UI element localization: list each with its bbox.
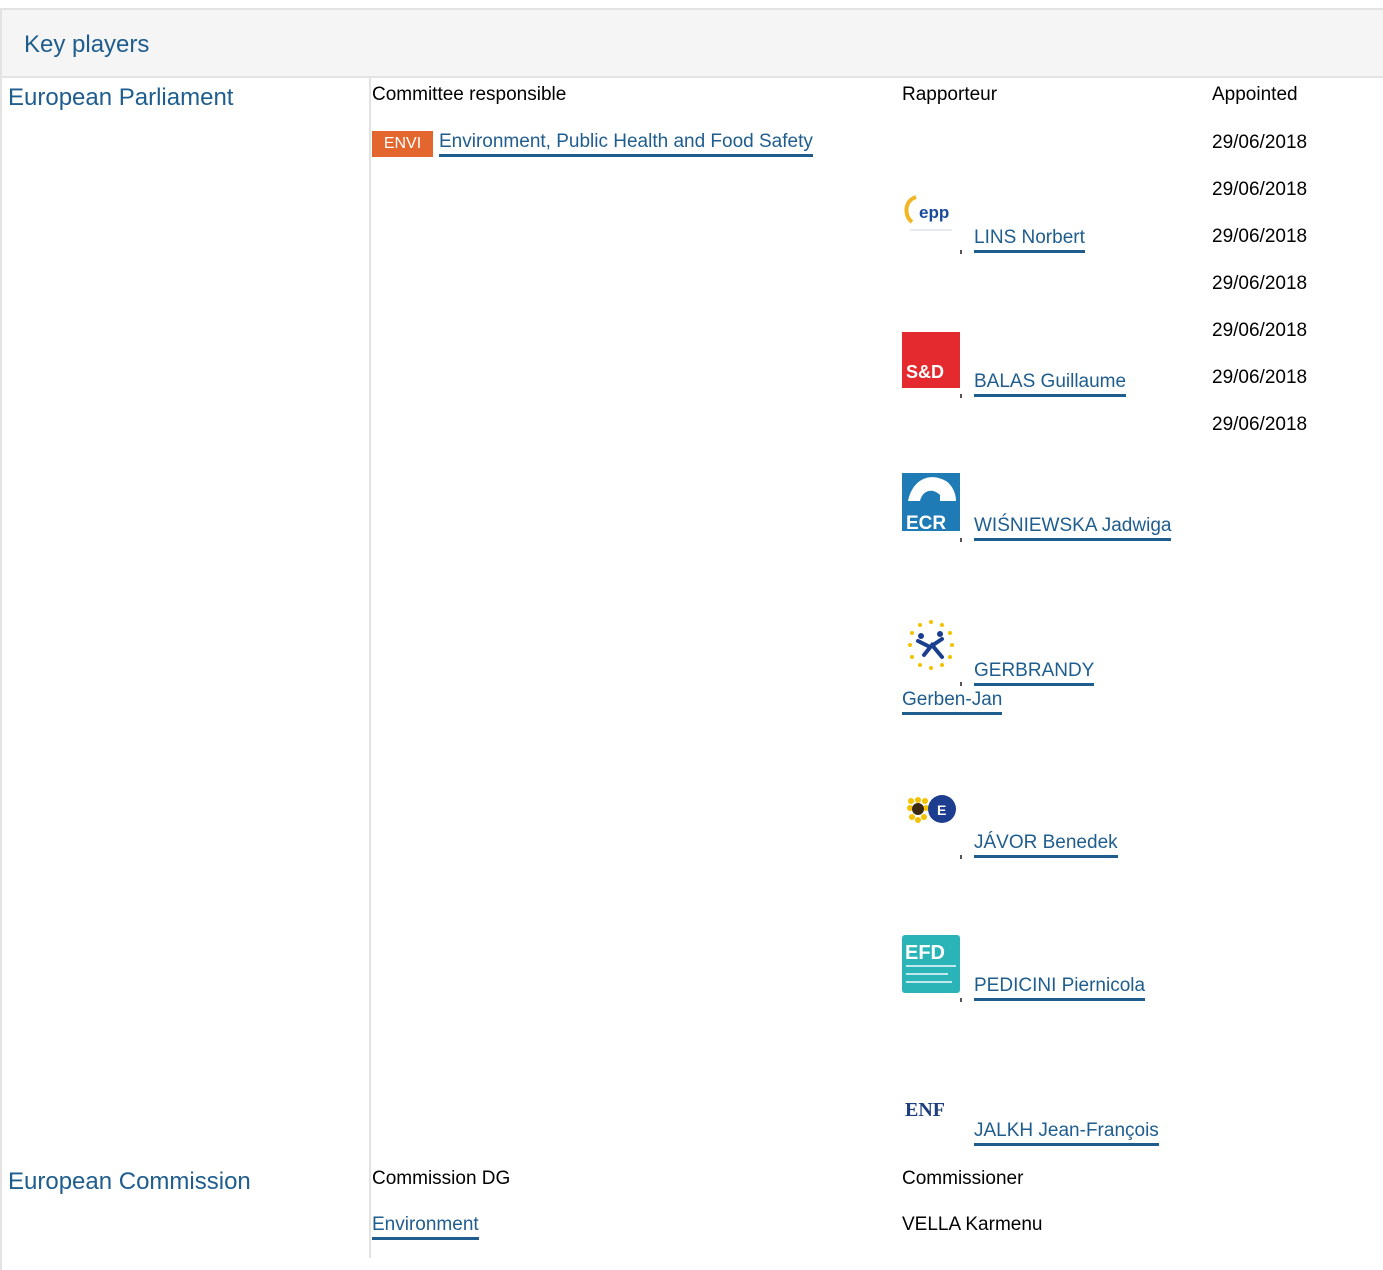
column-divider — [369, 78, 371, 1258]
svg-text:ECR: ECR — [906, 513, 946, 531]
rapporteur-name-wrapper: LINS Norbert — [974, 227, 1085, 253]
logo-baseline-mark — [960, 394, 962, 398]
efd-group-logo-icon: EFD — [902, 935, 960, 993]
logo-baseline-mark — [960, 998, 962, 1002]
key-players-content: European Parliament Committee responsibl… — [0, 0, 1383, 1258]
sd-group-logo-icon: S&D — [902, 330, 960, 388]
rapporteur-link[interactable]: BALAS Guillaume — [974, 371, 1127, 397]
logo-baseline-mark — [960, 538, 962, 542]
svg-text:E: E — [937, 802, 946, 818]
enf-group-logo-icon: ENF — [902, 1078, 960, 1136]
rapporteur-name-wrapper: WIŚNIEWSKA Jadwiga — [974, 515, 1172, 541]
rapporteur-link[interactable]: LINS Norbert — [974, 227, 1085, 253]
appointed-date: 29/06/2018 — [1212, 273, 1308, 294]
logo-baseline-mark — [960, 250, 962, 254]
appointed-date: 29/06/2018 — [1212, 179, 1308, 200]
col-commissioner: Commissioner — [902, 1168, 1024, 1189]
appointed-date: 29/06/2018 — [1212, 414, 1308, 435]
logo-baseline-mark — [960, 855, 962, 859]
dg-link[interactable]: Environment — [372, 1214, 479, 1240]
appointed-date: 29/06/2018 — [1212, 367, 1308, 388]
col-commission-dg: Commission DG — [372, 1168, 511, 1189]
appointed-date: 29/06/2018 — [1212, 320, 1308, 341]
rapporteur-name-wrapper: BALAS Guillaume — [974, 371, 1127, 397]
institution-commission: European Commission — [8, 1168, 251, 1195]
svg-text:epp: epp — [919, 203, 949, 222]
dg-link-wrapper: Environment — [372, 1214, 479, 1240]
epp-group-logo-icon: epp — [902, 188, 960, 246]
institution-parliament: European Parliament — [8, 84, 234, 111]
committee-link[interactable]: Environment, Public Health and Food Safe… — [439, 131, 813, 157]
committee-link-wrapper: Environment, Public Health and Food Safe… — [439, 131, 813, 157]
svg-text:EFD: EFD — [905, 942, 945, 964]
rapporteur-name-wrapper: JALKH Jean-François — [974, 1120, 1159, 1146]
appointed-date: 29/06/2018 — [1212, 226, 1308, 247]
rapporteur-name-wrapper: GERBRANDY Gerben-Jan — [902, 656, 1132, 715]
appointed-date: 29/06/2018 — [1212, 132, 1308, 153]
col-committee-responsible: Committee responsible — [372, 84, 567, 105]
rapporteur-link-continued[interactable]: Gerben-Jan — [902, 689, 1003, 715]
rapporteur-name-wrapper: PEDICINI Piernicola — [974, 975, 1146, 1001]
rapporteur-link[interactable]: PEDICINI Piernicola — [974, 975, 1146, 1001]
svg-text:ENF: ENF — [905, 1099, 945, 1121]
col-rapporteur: Rapporteur — [902, 84, 998, 105]
commissioner-name: VELLA Karmenu — [902, 1214, 1043, 1235]
col-appointed: Appointed — [1212, 84, 1298, 105]
ecr-group-logo-icon: ECR — [902, 473, 960, 531]
rapporteur-link[interactable]: JALKH Jean-François — [974, 1120, 1159, 1146]
rapporteur-name-wrapper: JÁVOR Benedek — [974, 832, 1118, 858]
svg-text:S&D: S&D — [906, 362, 944, 382]
committee-badge: ENVI — [372, 131, 433, 157]
rapporteur-link[interactable]: WIŚNIEWSKA Jadwiga — [974, 515, 1172, 541]
rapporteur-link[interactable]: JÁVOR Benedek — [974, 832, 1118, 858]
greens-efa-group-logo-icon: E — [902, 790, 960, 848]
rapporteur-link[interactable]: GERBRANDY — [974, 660, 1095, 686]
